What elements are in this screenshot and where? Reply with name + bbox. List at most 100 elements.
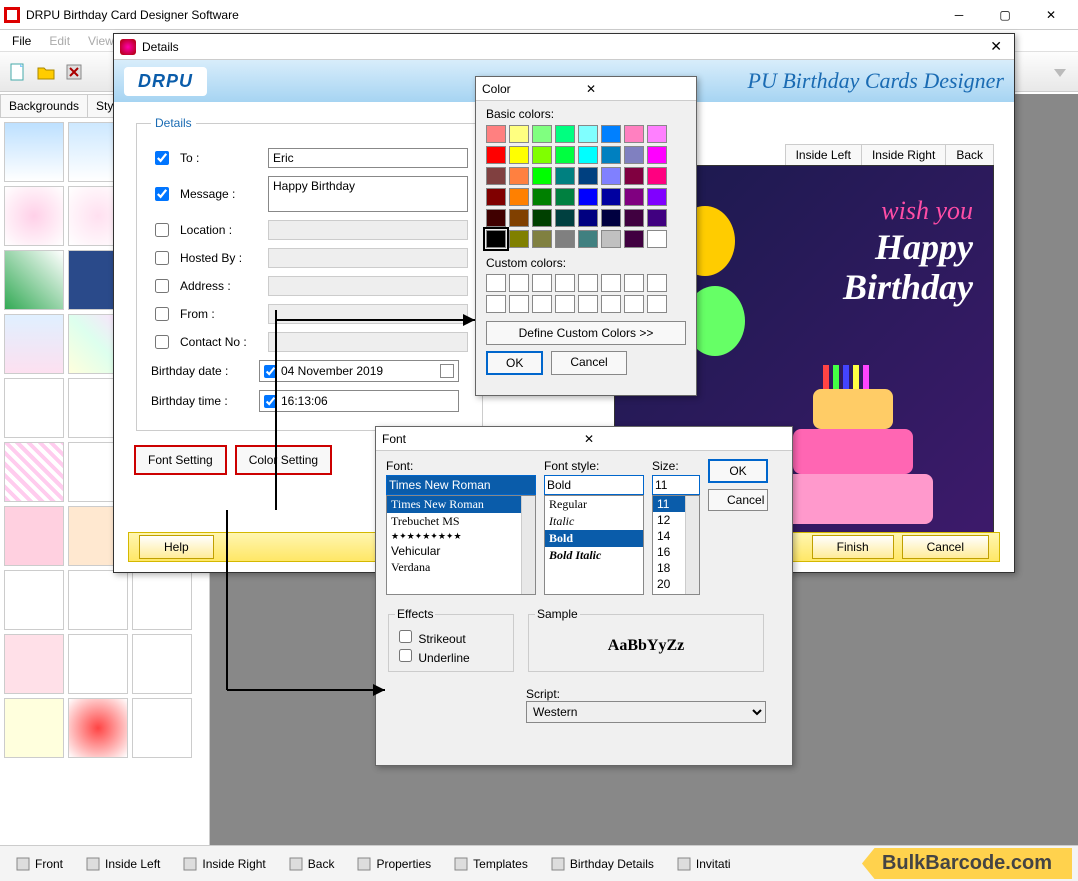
bg-thumb[interactable] [68, 698, 128, 758]
custom-color-swatch[interactable] [647, 274, 667, 292]
style-option[interactable]: Italic [545, 513, 643, 530]
color-swatch[interactable] [509, 188, 529, 206]
bg-thumb[interactable] [4, 698, 64, 758]
message-checkbox[interactable] [155, 187, 169, 201]
to-checkbox[interactable] [155, 151, 169, 165]
color-swatch[interactable] [555, 167, 575, 185]
font-cancel-button[interactable]: Cancel [708, 489, 768, 511]
color-swatch[interactable] [532, 125, 552, 143]
bg-thumb[interactable] [4, 122, 64, 182]
calendar-icon[interactable] [440, 364, 454, 378]
color-swatch[interactable] [486, 230, 506, 248]
custom-color-swatch[interactable] [555, 274, 575, 292]
color-swatch[interactable] [601, 209, 621, 227]
color-swatch[interactable] [486, 188, 506, 206]
font-list[interactable]: Times New Roman Trebuchet MS ★✦★✦★✦★✦★ V… [386, 495, 536, 595]
color-swatch[interactable] [624, 188, 644, 206]
color-swatch[interactable] [555, 230, 575, 248]
color-swatch[interactable] [647, 188, 667, 206]
color-swatch[interactable] [555, 188, 575, 206]
delete-icon[interactable] [62, 60, 86, 84]
style-list[interactable]: Regular Italic Bold Bold Italic [544, 495, 644, 595]
details-titlebar[interactable]: Details ✕ [114, 34, 1014, 60]
color-swatch[interactable] [486, 167, 506, 185]
bb-inside-left[interactable]: Inside Left [76, 851, 169, 877]
script-select[interactable]: Western [526, 701, 766, 723]
bg-thumb[interactable] [132, 698, 192, 758]
color-swatch[interactable] [578, 167, 598, 185]
color-swatch[interactable] [601, 146, 621, 164]
minimize-button[interactable]: ─ [936, 0, 982, 30]
hostedby-checkbox[interactable] [155, 251, 169, 265]
custom-color-swatch[interactable] [578, 295, 598, 313]
bb-templates[interactable]: Templates [444, 851, 537, 877]
color-swatch[interactable] [509, 209, 529, 227]
color-swatch[interactable] [555, 125, 575, 143]
color-swatch[interactable] [624, 125, 644, 143]
tab-backgrounds[interactable]: Backgrounds [0, 94, 88, 117]
color-swatch[interactable] [578, 188, 598, 206]
bg-thumb[interactable] [4, 250, 64, 310]
bg-thumb[interactable] [4, 570, 64, 630]
font-titlebar[interactable]: Font ✕ [376, 427, 792, 451]
color-swatch[interactable] [647, 125, 667, 143]
color-swatch[interactable] [532, 230, 552, 248]
new-file-icon[interactable] [6, 60, 30, 84]
color-titlebar[interactable]: Color ✕ [476, 77, 696, 101]
custom-color-swatch[interactable] [601, 295, 621, 313]
color-swatch[interactable] [532, 146, 552, 164]
font-option[interactable]: Trebuchet MS [387, 513, 535, 530]
bb-back[interactable]: Back [279, 851, 344, 877]
contact-checkbox[interactable] [155, 335, 169, 349]
custom-color-swatch[interactable] [624, 274, 644, 292]
date-picker[interactable]: 04 November 2019 [259, 360, 459, 382]
color-swatch[interactable] [578, 146, 598, 164]
size-list[interactable]: 11 12 14 16 18 20 22 [652, 495, 700, 595]
color-swatch[interactable] [624, 167, 644, 185]
message-input[interactable]: Happy Birthday [268, 176, 468, 212]
style-input[interactable] [544, 475, 644, 495]
color-swatch[interactable] [624, 209, 644, 227]
bb-properties[interactable]: Properties [347, 851, 440, 877]
bg-thumb[interactable] [4, 186, 64, 246]
from-checkbox[interactable] [155, 307, 169, 321]
color-swatch[interactable] [532, 209, 552, 227]
color-setting-button[interactable]: Color Setting [235, 445, 332, 475]
scrollbar[interactable] [685, 496, 699, 594]
bg-thumb[interactable] [68, 634, 128, 694]
style-option[interactable]: Bold Italic [545, 547, 643, 564]
color-swatch[interactable] [509, 146, 529, 164]
custom-color-swatch[interactable] [647, 295, 667, 313]
custom-color-swatch[interactable] [486, 295, 506, 313]
custom-color-swatch[interactable] [555, 295, 575, 313]
bb-inside-right[interactable]: Inside Right [173, 851, 274, 877]
color-cancel-button[interactable]: Cancel [551, 351, 626, 375]
custom-color-swatch[interactable] [532, 274, 552, 292]
color-swatch[interactable] [624, 146, 644, 164]
color-ok-button[interactable]: OK [486, 351, 543, 375]
maximize-button[interactable]: ▢ [982, 0, 1028, 30]
bg-thumb[interactable] [132, 634, 192, 694]
font-setting-button[interactable]: Font Setting [134, 445, 227, 475]
scrollbar[interactable] [521, 496, 535, 594]
close-button[interactable]: ✕ [1028, 0, 1074, 30]
color-swatch[interactable] [532, 188, 552, 206]
color-swatch[interactable] [601, 167, 621, 185]
color-swatch[interactable] [647, 230, 667, 248]
color-swatch[interactable] [532, 167, 552, 185]
time-picker[interactable]: 16:13:06 [259, 390, 459, 412]
bb-birthday-details[interactable]: Birthday Details [541, 851, 663, 877]
bg-thumb[interactable] [68, 570, 128, 630]
color-swatch[interactable] [486, 125, 506, 143]
color-swatch[interactable] [601, 230, 621, 248]
custom-color-swatch[interactable] [601, 274, 621, 292]
finish-button[interactable]: Finish [812, 535, 894, 559]
font-input[interactable] [386, 475, 536, 495]
custom-color-swatch[interactable] [624, 295, 644, 313]
font-option[interactable]: Times New Roman [387, 496, 535, 513]
to-input[interactable] [268, 148, 468, 168]
location-checkbox[interactable] [155, 223, 169, 237]
color-swatch[interactable] [578, 230, 598, 248]
bg-thumb[interactable] [4, 378, 64, 438]
font-option[interactable]: Vehicular [387, 543, 535, 559]
